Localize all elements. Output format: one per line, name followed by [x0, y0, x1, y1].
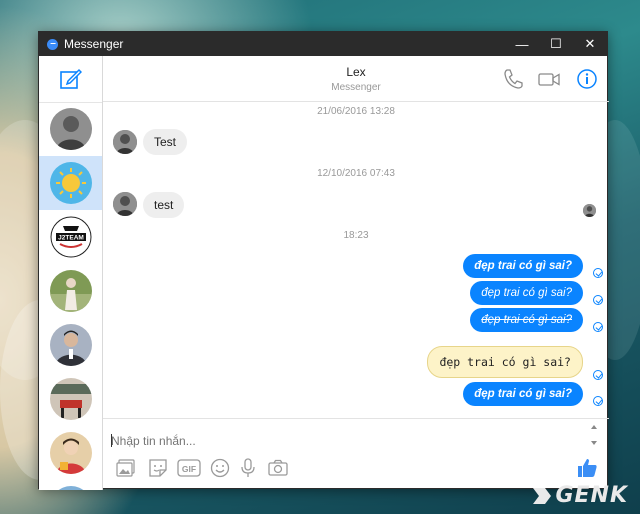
delivered-check-icon	[593, 268, 603, 278]
contact-name: Lex	[346, 65, 366, 79]
sticker-icon[interactable]	[147, 457, 169, 479]
close-button[interactable]: ✕	[573, 32, 607, 56]
sidebar-item-contact-6[interactable]	[39, 372, 102, 426]
conversation-header: Lex Messenger	[103, 56, 609, 102]
sidebar-item-contact-7[interactable]	[39, 426, 102, 480]
timestamp: 21/06/2016 13:28	[317, 106, 395, 117]
microphone-icon[interactable]	[237, 457, 259, 479]
seen-avatar	[583, 204, 596, 217]
compose-icon[interactable]	[60, 68, 82, 90]
svg-text:GIF: GIF	[182, 464, 196, 474]
avatar	[50, 324, 92, 366]
message-bubble-outgoing[interactable]: đẹp trai có gì sai?	[470, 281, 583, 305]
avatar	[50, 486, 92, 490]
contact-subtitle: Messenger	[331, 82, 381, 93]
avatar	[50, 432, 92, 474]
message-bubble-outgoing[interactable]: đẹp trai có gì sai?	[470, 308, 583, 332]
delivered-check-icon	[593, 295, 603, 305]
message-thread: 21/06/2016 13:28 Test 12/10/2016 07:43 t…	[103, 102, 609, 418]
message-bubble-incoming[interactable]: test	[143, 192, 185, 218]
timestamp: 18:23	[343, 230, 369, 241]
avatar	[50, 108, 92, 150]
photo-gallery-icon[interactable]	[115, 457, 137, 479]
like-thumbs-up-icon[interactable]	[575, 456, 599, 480]
message-input[interactable]	[111, 431, 581, 451]
avatar	[50, 378, 92, 420]
sidebar-item-contact-4[interactable]	[39, 264, 102, 318]
conversation-sidebar: J2TEAM	[39, 56, 103, 490]
window-title: Messenger	[64, 37, 124, 51]
sidebar-item-contact-5[interactable]	[39, 318, 102, 372]
message-bubble-code[interactable]: đẹp trai có gì sai?	[427, 346, 583, 378]
messenger-window: Messenger — ☐ ✕ J2TEAM Lex Messenger 21/…	[38, 31, 609, 490]
contact-avatar	[113, 130, 137, 154]
avatar	[50, 162, 92, 204]
delivered-check-icon	[593, 370, 603, 380]
sidebar-item-contact-j2team[interactable]: J2TEAM	[39, 210, 102, 264]
composer: GIF	[103, 418, 609, 490]
video-call-icon[interactable]	[537, 68, 561, 90]
text-caret	[111, 434, 112, 447]
sidebar-item-contact-2[interactable]	[39, 156, 102, 210]
scroll-down-arrow[interactable]	[591, 441, 597, 445]
sidebar-item-contact-1[interactable]	[39, 102, 102, 156]
genk-logo-mark	[533, 487, 552, 504]
watermark-text: GENK	[555, 483, 628, 508]
messenger-logo-icon	[47, 38, 58, 50]
genk-watermark: GENK	[531, 483, 628, 508]
message-bubble-incoming[interactable]: Test	[143, 129, 188, 155]
svg-text:J2TEAM: J2TEAM	[58, 235, 84, 242]
title-bar: Messenger — ☐ ✕	[39, 32, 607, 56]
minimize-button[interactable]: —	[505, 32, 539, 56]
timestamp: 12/10/2016 07:43	[317, 168, 395, 179]
gif-icon[interactable]: GIF	[177, 457, 201, 479]
avatar	[50, 270, 92, 312]
emoji-icon[interactable]	[209, 457, 231, 479]
message-bubble-outgoing[interactable]: đẹp trai có gì sai?	[463, 382, 583, 406]
delivered-check-icon	[593, 322, 603, 332]
j2team-logo: J2TEAM	[50, 216, 92, 258]
message-bubble-outgoing[interactable]: đẹp trai có gì sai?	[463, 254, 583, 278]
phone-icon[interactable]	[501, 68, 525, 90]
sidebar-item-contact-8[interactable]	[39, 480, 102, 490]
camera-icon[interactable]	[267, 457, 289, 479]
maximize-button[interactable]: ☐	[539, 32, 573, 56]
scroll-up-arrow[interactable]	[591, 425, 597, 429]
contact-avatar	[113, 192, 137, 216]
info-icon[interactable]	[575, 68, 599, 90]
delivered-check-icon	[593, 396, 603, 406]
